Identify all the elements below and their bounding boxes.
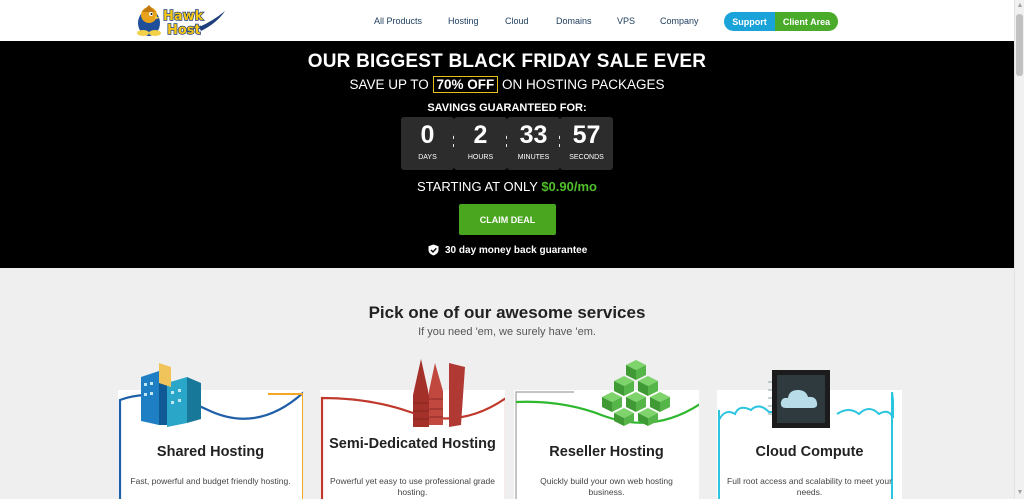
shield-check-icon xyxy=(428,244,439,256)
scroll-up-icon[interactable]: ▲ xyxy=(1016,2,1024,10)
promo-subtitle: SAVE UP TO 70% OFF ON HOSTING PACKAGES xyxy=(0,76,1014,93)
nav-hosting[interactable]: Hosting xyxy=(448,16,479,26)
countdown-hours-label: HOURS xyxy=(467,154,494,161)
card-description: Powerful yet easy to use professional gr… xyxy=(330,476,495,497)
cloud-chip-icon xyxy=(768,370,830,428)
card-title: Reseller Hosting xyxy=(549,444,664,460)
nav-domains[interactable]: Domains xyxy=(556,16,592,26)
countdown-seconds-label: SECONDS xyxy=(569,154,604,161)
card-title: Semi-Dedicated Hosting xyxy=(329,436,496,452)
nav-vps[interactable]: VPS xyxy=(617,16,635,26)
site-header: Hawk Host All Products Hosting Cloud Dom… xyxy=(0,0,1014,41)
countdown-hours-value: 2 xyxy=(473,121,488,149)
card-title: Cloud Compute xyxy=(755,444,864,460)
services-heading: Pick one of our awesome services xyxy=(368,303,646,322)
card-description: Fast, powerful and budget friendly hosti… xyxy=(130,476,291,486)
claim-deal-button[interactable]: CLAIM DEAL xyxy=(459,204,556,235)
promo-sub-before: SAVE UP TO xyxy=(349,77,429,92)
countdown-minutes-label: MINUTES xyxy=(517,154,550,161)
countdown-hours: 2 HOURS xyxy=(454,117,507,170)
scrollbar-thumb[interactable] xyxy=(1016,14,1023,76)
scroll-down-icon[interactable]: ▼ xyxy=(1016,489,1024,497)
countdown-minutes: 33 MINUTES xyxy=(507,117,560,170)
countdown-days: 0 DAYS xyxy=(401,117,454,170)
promo-title: OUR BIGGEST BLACK FRIDAY SALE EVER xyxy=(307,51,707,72)
card-title: Shared Hosting xyxy=(156,444,265,460)
countdown-seconds: 57 SECONDS xyxy=(560,117,613,170)
countdown-days-label: DAYS xyxy=(418,154,437,161)
buildings-icon xyxy=(141,363,201,427)
towers-icon xyxy=(413,359,465,427)
services-subheading: If you need 'em, we surely have 'em. xyxy=(418,326,596,338)
countdown-days-value: 0 xyxy=(420,121,435,149)
hawkhost-logo[interactable]: Hawk Host xyxy=(133,3,225,39)
svg-text:Hawk: Hawk xyxy=(163,9,204,24)
countdown-minutes-value: 33 xyxy=(519,121,548,149)
card-description: Quickly build your own web hosting busin… xyxy=(540,476,673,497)
nav-all-products[interactable]: All Products xyxy=(374,16,422,26)
countdown-seconds-value: 57 xyxy=(572,121,601,149)
countdown-timer: 0 DAYS : 2 HOURS : 33 MINUTES : 57 SECON… xyxy=(401,117,613,170)
cubes-icon xyxy=(602,360,670,426)
nav-company[interactable]: Company xyxy=(660,16,699,26)
page-scrollbar[interactable]: ▲ ▼ xyxy=(1014,0,1024,499)
client-area-button[interactable]: Client Area xyxy=(775,12,838,31)
black-friday-banner: OUR BIGGEST BLACK FRIDAY SALE EVER SAVE … xyxy=(0,41,1014,268)
discount-highlight: 70% OFF xyxy=(432,76,499,93)
guarantee-text: 30 day money back guarantee xyxy=(445,244,588,256)
starting-price: $0.90/mo xyxy=(541,179,597,194)
starting-text: STARTING AT ONLY xyxy=(417,179,538,194)
starting-price-line: STARTING AT ONLY $0.90/mo xyxy=(0,179,1014,194)
support-button[interactable]: Support xyxy=(724,12,775,31)
promo-sub-after: ON HOSTING PACKAGES xyxy=(502,77,665,92)
nav-cloud[interactable]: Cloud xyxy=(505,16,529,26)
card-description: Full root access and scalability to meet… xyxy=(727,476,892,497)
money-back-guarantee: 30 day money back guarantee xyxy=(428,244,587,256)
svg-text:Host: Host xyxy=(167,23,201,38)
savings-label: SAVINGS GUARANTEED FOR: xyxy=(427,102,587,114)
